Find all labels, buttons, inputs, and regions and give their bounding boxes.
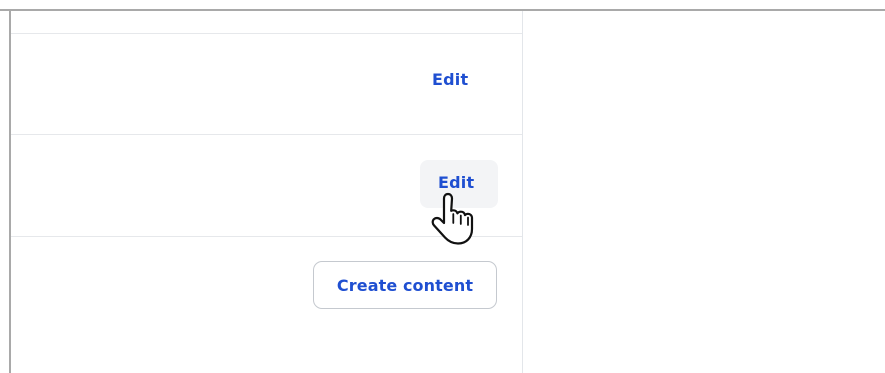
screen: Edit Edit Create content [0,0,885,373]
content-panel: Edit Edit Create content [11,11,523,373]
edit-button[interactable]: Edit [432,70,468,89]
edit-button[interactable]: Edit [438,173,474,192]
row-divider [11,236,522,237]
row-divider [11,134,522,135]
row-divider [11,33,522,34]
create-content-button[interactable]: Create content [313,261,497,309]
